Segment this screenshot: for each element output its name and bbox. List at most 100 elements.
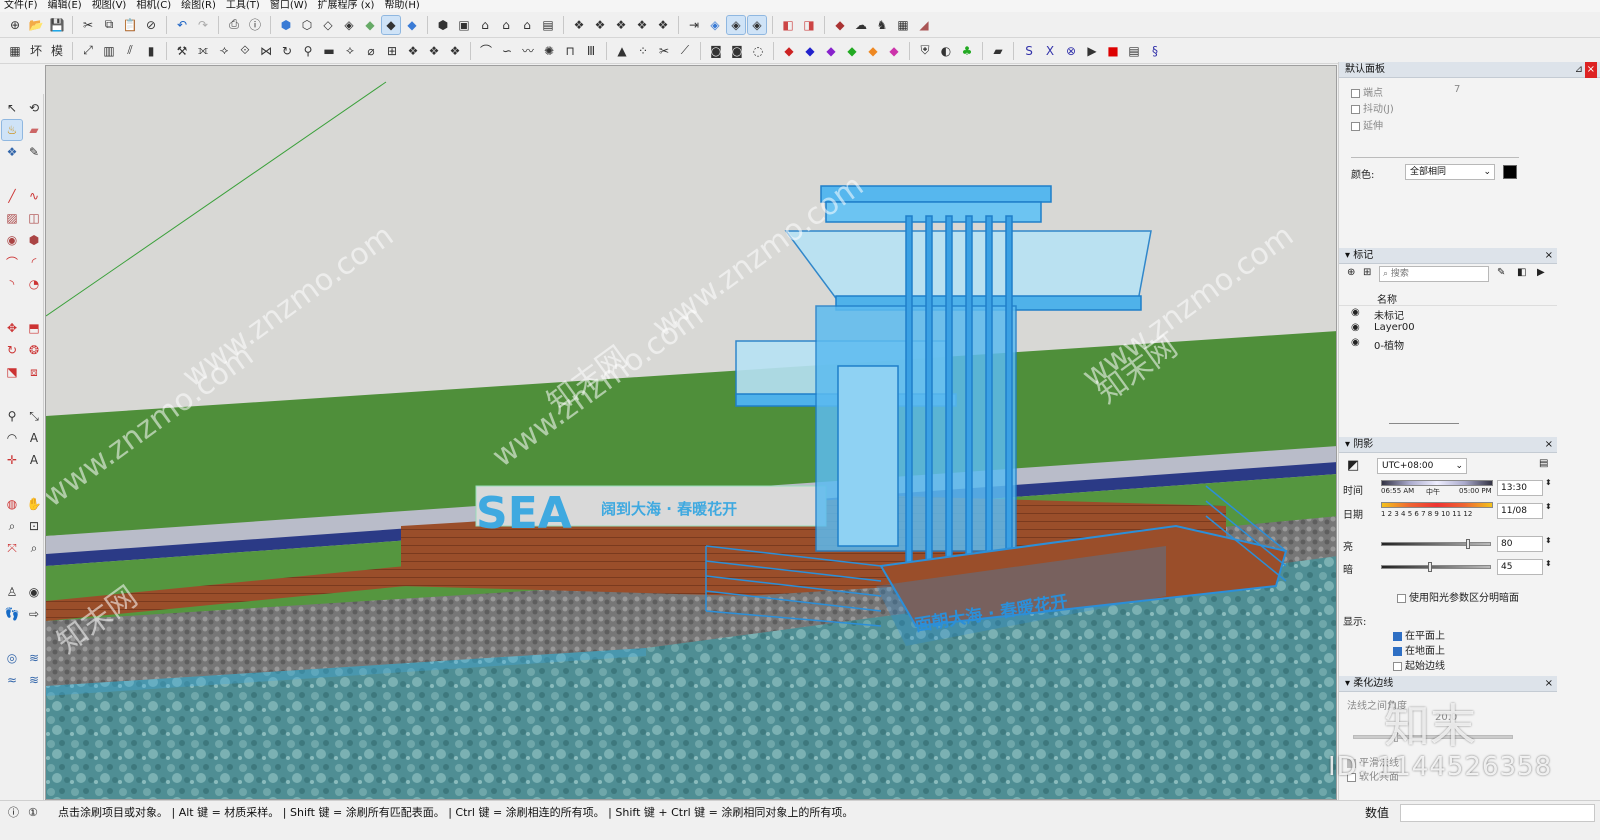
plugin-a-icon[interactable]: 坏 [27, 42, 45, 60]
pie-icon[interactable]: ◔ [24, 274, 44, 294]
tag-color-icon[interactable]: ◧ [1517, 267, 1526, 278]
material-purple-icon[interactable]: ◆ [822, 42, 840, 60]
component-b-icon[interactable]: ❖ [612, 16, 630, 34]
spinner-icon[interactable]: ⬍ [1545, 536, 1552, 545]
shadows-panel-header[interactable]: ▾ 阴影 × [1339, 437, 1557, 453]
warehouse-icon[interactable]: ◧ [779, 16, 797, 34]
tag-column-name[interactable]: 名称 [1377, 291, 1397, 306]
material-pink-icon[interactable]: ◆ [885, 42, 903, 60]
grid-icon[interactable]: ▦ [6, 42, 24, 60]
close-icon[interactable]: × [1545, 676, 1553, 692]
use-sun-checkbox[interactable] [1397, 593, 1406, 603]
offset-icon[interactable]: ⧈ [24, 362, 44, 382]
eraser-icon[interactable]: ▰ [24, 120, 44, 140]
tag-item[interactable]: 0-植物 [1374, 337, 1404, 352]
dark-slider-thumb[interactable] [1428, 562, 1432, 572]
tag-item[interactable]: 未标记 [1374, 307, 1404, 322]
pyramid-icon[interactable]: ▲ [613, 42, 631, 60]
color-swatch[interactable] [1503, 165, 1517, 179]
time-slider[interactable] [1381, 480, 1493, 486]
save-icon[interactable]: 💾 [48, 16, 66, 34]
front-view-icon[interactable]: ⌂ [476, 16, 494, 34]
measurements-input[interactable] [1400, 804, 1595, 822]
zoom-extents-icon[interactable]: ⤧ [2, 538, 22, 558]
sphere-icon[interactable]: ◐ [937, 42, 955, 60]
menu-edit[interactable]: 编辑(E) [48, 0, 82, 12]
section-icon[interactable]: ⇨ [24, 604, 44, 624]
material-orange-icon[interactable]: ◆ [864, 42, 882, 60]
shadow-toggle-icon[interactable]: ◩ [1347, 458, 1359, 473]
xyz-icon[interactable]: Ⅹ [1041, 42, 1059, 60]
add-folder-icon[interactable]: ⊞ [1363, 267, 1371, 278]
push-pull-icon[interactable]: ⬒ [24, 318, 44, 338]
column-icon[interactable]: ⊓ [561, 42, 579, 60]
pencil-icon[interactable]: ✎ [24, 142, 44, 162]
close-icon[interactable]: × [1545, 437, 1553, 453]
left-view-icon[interactable]: ▤ [539, 16, 557, 34]
panel-icon[interactable]: ▤ [1125, 42, 1143, 60]
tags-panel-header[interactable]: ▾ 标记 × [1339, 248, 1557, 264]
spinner-icon[interactable]: ⬍ [1545, 478, 1552, 487]
paint-bucket-icon[interactable]: ♨ [1, 119, 23, 141]
render-c-icon[interactable]: ◌ [749, 42, 767, 60]
sandbox-scratch-icon[interactable]: ≋ [24, 648, 44, 668]
cut-tool-icon[interactable]: ✂ [655, 42, 673, 60]
group-icon[interactable]: ❖ [591, 16, 609, 34]
component-icon[interactable]: ❖ [570, 16, 588, 34]
smoove-icon[interactable]: ≈ [2, 670, 22, 690]
arc-3-icon[interactable]: ◝ [2, 274, 22, 294]
tag-item[interactable]: Layer00 [1374, 322, 1415, 333]
date-input[interactable]: 11/08 [1497, 503, 1543, 519]
knife-icon[interactable]: ⟋ [676, 42, 694, 60]
text-icon[interactable]: A [24, 428, 44, 448]
close-icon[interactable]: × [1545, 248, 1553, 264]
menu-tools[interactable]: 工具(T) [226, 0, 260, 12]
timezone-select[interactable]: UTC+08:00 ⌄ [1377, 458, 1467, 474]
model-info-icon[interactable]: ⓘ [246, 16, 264, 34]
from-edges-checkbox[interactable] [1393, 661, 1402, 671]
tool-9-icon[interactable]: ⟡ [341, 42, 359, 60]
back-view-icon[interactable]: ⌂ [518, 16, 536, 34]
3d-text-icon[interactable]: A [24, 450, 44, 470]
skin-icon[interactable]: S [1020, 42, 1038, 60]
dark-slider[interactable] [1381, 562, 1491, 572]
shaded-textures-icon[interactable]: ◆ [381, 14, 401, 35]
pin-icon[interactable]: ⊿ [1575, 62, 1583, 78]
position-camera-icon[interactable]: ♙ [2, 582, 22, 602]
tool-2-icon[interactable]: ⟗ [194, 42, 212, 60]
close-icon[interactable]: × [1584, 62, 1597, 78]
shadow-settings-icon[interactable]: ▤ [1539, 458, 1548, 469]
scale-icon[interactable]: ⬔ [2, 362, 22, 382]
menu-file[interactable]: 文件(F) [4, 0, 38, 12]
light-slider-thumb[interactable] [1466, 539, 1470, 549]
paste-icon[interactable]: 📋 [121, 16, 139, 34]
tool-5-icon[interactable]: ⋈ [257, 42, 275, 60]
dots-icon[interactable]: ⁘ [634, 42, 652, 60]
on-ground-checkbox[interactable] [1393, 646, 1402, 656]
on-faces-checkbox[interactable] [1393, 631, 1402, 641]
arc-tool-icon[interactable]: ⌒ [2, 252, 22, 272]
arc-icon[interactable]: ⌒ [477, 42, 495, 60]
shaded-icon[interactable]: ◆ [361, 16, 379, 34]
back-edges-icon[interactable]: ⬡ [298, 16, 316, 34]
cut-icon[interactable]: ✂ [79, 16, 97, 34]
instructor-icon[interactable]: ① [28, 801, 38, 825]
play-icon[interactable]: ▶ [1083, 42, 1101, 60]
walk-icon[interactable]: 👣 [2, 604, 22, 624]
steps-icon[interactable]: ⫽ [121, 42, 139, 60]
jitter-checkbox[interactable] [1351, 104, 1360, 114]
stairs-icon[interactable]: ⤢ [79, 42, 97, 60]
wave-icon[interactable]: 〰 [519, 42, 537, 60]
tool-14-icon[interactable]: ❖ [446, 42, 464, 60]
tool-1-icon[interactable]: ⚒ [173, 42, 191, 60]
eye-icon[interactable]: ◉ [1351, 322, 1360, 333]
make-component-icon[interactable]: ❖ [2, 142, 22, 162]
polygon-icon[interactable]: ⬢ [24, 230, 44, 250]
tool-12-icon[interactable]: ❖ [404, 42, 422, 60]
stop-icon[interactable]: ■ [1104, 42, 1122, 60]
section-plane-icon[interactable]: ⇥ [685, 16, 703, 34]
menu-window[interactable]: 窗口(W) [270, 0, 308, 12]
axes-icon[interactable]: ✛ [2, 450, 22, 470]
material-red-icon[interactable]: ◆ [780, 42, 798, 60]
tool-4-icon[interactable]: ⟐ [236, 42, 254, 60]
